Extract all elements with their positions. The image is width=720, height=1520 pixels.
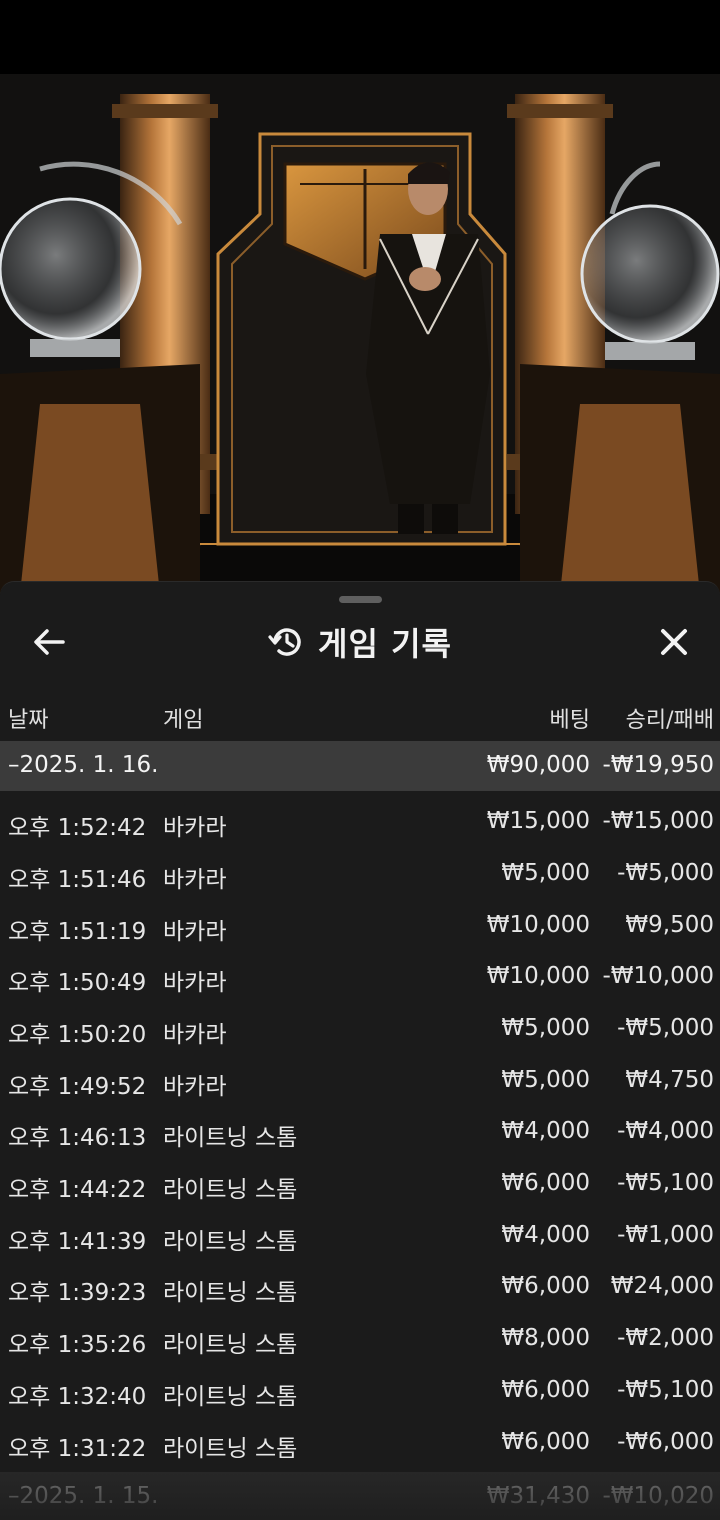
column-header-win-loss: 승리/패배 <box>625 708 714 733</box>
row-game: 라이트닝 스톰 <box>163 1229 298 1255</box>
row-win-loss: ₩24,000 <box>610 1273 714 1299</box>
row-game: 라이트닝 스톰 <box>163 1436 298 1462</box>
row-time: 오후 1:32:40 <box>8 1384 147 1410</box>
table-row[interactable]: 오후 1:31:22 라이트닝 스톰 ₩6,000 -₩6,000 <box>0 1417 720 1469</box>
row-win-loss: ₩4,750 <box>625 1067 714 1093</box>
row-win-loss: -₩5,100 <box>617 1377 714 1403</box>
day-win-loss-total: -₩19,950 <box>602 752 714 778</box>
page-title: 게임 기록 <box>318 625 452 663</box>
row-win-loss: -₩5,000 <box>617 860 714 886</box>
row-game: 바카라 <box>163 1074 227 1100</box>
row-game: 바카라 <box>163 970 227 996</box>
row-game: 라이트닝 스톰 <box>163 1384 298 1410</box>
row-bet: ₩15,000 <box>486 808 590 834</box>
row-bet: ₩8,000 <box>501 1325 590 1351</box>
row-win-loss: -₩1,000 <box>617 1222 714 1248</box>
row-time: 오후 1:49:52 <box>8 1074 147 1100</box>
row-bet: ₩6,000 <box>501 1170 590 1196</box>
table-row[interactable]: 오후 1:52:42 바카라 ₩15,000 -₩15,000 <box>0 796 720 848</box>
row-game: 라이트닝 스톰 <box>163 1125 298 1151</box>
row-game: 라이트닝 스톰 <box>163 1280 298 1306</box>
table-row[interactable]: 오후 1:44:22 라이트닝 스톰 ₩6,000 -₩5,100 <box>0 1158 720 1210</box>
row-time: 오후 1:39:23 <box>8 1280 147 1306</box>
day-group-header[interactable]: –2025. 1. 15. ₩31,430 -₩10,020 <box>0 1472 720 1520</box>
row-time: 오후 1:51:19 <box>8 919 147 945</box>
table-row[interactable]: 오후 1:51:46 바카라 ₩5,000 -₩5,000 <box>0 848 720 900</box>
row-win-loss: -₩10,000 <box>602 963 714 989</box>
row-win-loss: -₩5,000 <box>617 1015 714 1041</box>
column-header-date: 날짜 <box>8 708 49 733</box>
row-win-loss: -₩4,000 <box>617 1118 714 1144</box>
row-bet: ₩6,000 <box>501 1377 590 1403</box>
table-row[interactable]: 오후 1:35:26 라이트닝 스톰 ₩8,000 -₩2,000 <box>0 1313 720 1365</box>
table-row[interactable]: 오후 1:39:23 라이트닝 스톰 ₩6,000 ₩24,000 <box>0 1261 720 1313</box>
row-bet: ₩5,000 <box>501 1015 590 1041</box>
row-game: 라이트닝 스톰 <box>163 1177 298 1203</box>
row-time: 오후 1:35:26 <box>8 1332 147 1358</box>
day-bet-total: ₩31,430 <box>486 1483 590 1509</box>
row-bet: ₩6,000 <box>501 1273 590 1299</box>
screen: 게임 기록 날짜 게임 베팅 승리/패배 –2025. 1. 16. ₩90,0… <box>0 0 720 1520</box>
close-icon <box>661 629 687 655</box>
day-date: –2025. 1. 16. <box>8 752 159 778</box>
row-bet: ₩5,000 <box>501 1067 590 1093</box>
table-row[interactable]: 오후 1:51:19 바카라 ₩10,000 ₩9,500 <box>0 900 720 952</box>
history-clock-icon <box>268 628 301 656</box>
row-game: 바카라 <box>163 867 227 893</box>
row-game: 바카라 <box>163 815 227 841</box>
sheet-grabber-handle[interactable] <box>339 596 382 603</box>
table-row[interactable]: 오후 1:50:49 바카라 ₩10,000 -₩10,000 <box>0 951 720 1003</box>
row-time: 오후 1:50:20 <box>8 1022 147 1048</box>
row-bet: ₩10,000 <box>486 963 590 989</box>
row-bet: ₩4,000 <box>501 1118 590 1144</box>
day-group-header[interactable]: –2025. 1. 16. ₩90,000 -₩19,950 <box>0 741 720 791</box>
row-time: 오후 1:50:49 <box>8 970 147 996</box>
row-time: 오후 1:41:39 <box>8 1229 147 1255</box>
row-bet: ₩5,000 <box>501 860 590 886</box>
live-video-stream[interactable] <box>0 74 720 594</box>
row-time: 오후 1:31:22 <box>8 1436 147 1462</box>
row-game: 바카라 <box>163 1022 227 1048</box>
sheet-title-group: 게임 기록 <box>0 616 720 668</box>
row-win-loss: -₩2,000 <box>617 1325 714 1351</box>
row-game: 바카라 <box>163 919 227 945</box>
row-time: 오후 1:52:42 <box>8 815 147 841</box>
close-button[interactable] <box>646 616 702 668</box>
sheet-header: 게임 기록 <box>0 612 720 672</box>
row-win-loss: -₩15,000 <box>602 808 714 834</box>
table-row[interactable]: 오후 1:41:39 라이트닝 스톰 ₩4,000 -₩1,000 <box>0 1210 720 1262</box>
row-bet: ₩6,000 <box>501 1429 590 1455</box>
day-bet-total: ₩90,000 <box>486 752 590 778</box>
row-game: 라이트닝 스톰 <box>163 1332 298 1358</box>
day-win-loss-total: -₩10,020 <box>602 1483 714 1509</box>
row-time: 오후 1:46:13 <box>8 1125 147 1151</box>
row-time: 오후 1:51:46 <box>8 867 147 893</box>
day-date: –2025. 1. 15. <box>8 1483 159 1509</box>
column-header-game: 게임 <box>163 708 204 733</box>
table-header: 날짜 게임 베팅 승리/패배 <box>0 692 720 736</box>
studio-scene-image <box>0 74 720 594</box>
row-win-loss: -₩5,100 <box>617 1170 714 1196</box>
row-time: 오후 1:44:22 <box>8 1177 147 1203</box>
table-row[interactable]: 오후 1:50:20 바카라 ₩5,000 -₩5,000 <box>0 1003 720 1055</box>
table-row[interactable]: 오후 1:49:52 바카라 ₩5,000 ₩4,750 <box>0 1055 720 1107</box>
table-row[interactable]: 오후 1:46:13 라이트닝 스톰 ₩4,000 -₩4,000 <box>0 1106 720 1158</box>
row-win-loss: -₩6,000 <box>617 1429 714 1455</box>
game-history-sheet: 게임 기록 날짜 게임 베팅 승리/패배 –2025. 1. 16. ₩90,0… <box>0 581 720 1520</box>
table-row[interactable]: 오후 1:32:40 라이트닝 스톰 ₩6,000 -₩5,100 <box>0 1365 720 1417</box>
row-win-loss: ₩9,500 <box>625 912 714 938</box>
column-header-bet: 베팅 <box>549 708 590 733</box>
row-bet: ₩4,000 <box>501 1222 590 1248</box>
row-bet: ₩10,000 <box>486 912 590 938</box>
